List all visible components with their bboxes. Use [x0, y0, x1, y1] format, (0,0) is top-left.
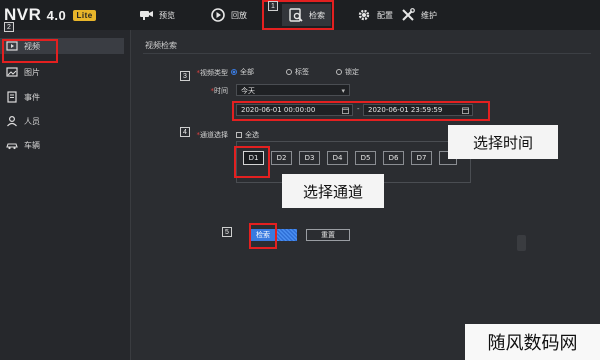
checkbox-label: 全选 [245, 131, 259, 139]
radio-dot [336, 69, 342, 75]
calendar-icon [342, 107, 349, 114]
start-time-value: 2020-06-01 00:00:00 [241, 106, 316, 114]
gear-icon [358, 9, 370, 21]
search-button[interactable]: 检索 [251, 229, 275, 241]
time-range-select[interactable]: 今天 ▾ [236, 84, 350, 96]
top-nav-bar: NVR 4.0 Lite 预览 回放 检索 配置 维护 [0, 0, 600, 30]
chevron-down-icon: ▾ [341, 87, 345, 95]
sidebar-item-label: 事件 [24, 92, 40, 102]
start-time-field[interactable]: 2020-06-01 00:00:00 [236, 104, 353, 116]
sidebar-item-vehicle[interactable]: 车辆 [6, 137, 40, 153]
sidebar-item-event[interactable]: 事件 [6, 89, 40, 105]
step-tag-2: 2 [4, 22, 14, 32]
radio-dot [286, 69, 292, 75]
person-icon [7, 115, 17, 127]
radio-label: 标签 [295, 68, 309, 76]
sidebar-item-picture[interactable]: 图片 [6, 64, 40, 80]
breadcrumb-divider [143, 53, 591, 54]
camera-icon [140, 11, 153, 20]
nav-item-preview[interactable]: 预览 [138, 4, 175, 26]
search-icon [289, 8, 303, 22]
breadcrumb: 视频检索 [145, 41, 177, 50]
time-select-value: 今天 [241, 87, 255, 95]
step-tag-5: 5 [222, 227, 232, 237]
video-icon [6, 41, 18, 51]
checkbox-box [236, 132, 242, 138]
channel-button-d2[interactable]: D2 [271, 151, 292, 165]
sidebar: 视频 图片 事件 人员 车辆 [0, 30, 131, 360]
search-button-highlight [275, 229, 297, 241]
channel-button-d4[interactable]: D4 [327, 151, 348, 165]
end-time-field[interactable]: 2020-06-01 23:59:59 [363, 104, 473, 116]
event-icon [7, 91, 17, 103]
nav-label: 预览 [159, 10, 175, 20]
sidebar-item-label: 车辆 [24, 140, 40, 150]
calendar-icon [462, 107, 469, 114]
sidebar-item-label: 人员 [24, 116, 40, 126]
channel-button-d7[interactable]: D7 [411, 151, 432, 165]
callout-select-channel: 选择通道 [282, 174, 384, 208]
radio-locked[interactable]: 锁定 [336, 67, 359, 77]
nav-label: 检索 [309, 10, 325, 20]
picture-icon [6, 67, 18, 77]
version-label: 4.0 [46, 8, 67, 23]
watermark: 随风数码网 [465, 324, 600, 360]
nav-item-maintenance[interactable]: 维护 [400, 4, 437, 26]
channel-button-d3[interactable]: D3 [299, 151, 320, 165]
callout-select-time: 选择时间 [448, 125, 558, 159]
step-tag-1: 1 [268, 1, 278, 11]
nav-item-search[interactable]: 检索 [282, 4, 331, 26]
step-tag-3: 3 [180, 71, 190, 81]
nav-item-playback[interactable]: 回放 [210, 4, 247, 26]
channel-button-d5[interactable]: D5 [355, 151, 376, 165]
radio-tag[interactable]: 标签 [286, 67, 309, 77]
sidebar-item-person[interactable]: 人员 [6, 113, 40, 129]
nav-label: 配置 [377, 10, 393, 20]
channel-button-d1[interactable]: D1 [243, 151, 264, 165]
end-time-value: 2020-06-01 23:59:59 [368, 106, 443, 114]
reset-button[interactable]: 重置 [306, 229, 350, 241]
wrench-icon [402, 8, 415, 21]
nav-label: 回放 [231, 10, 247, 20]
sidebar-item-label: 视频 [24, 41, 40, 51]
sidebar-item-label: 图片 [24, 67, 40, 77]
scroll-handle[interactable] [517, 235, 526, 251]
nav-item-config[interactable]: 配置 [356, 4, 393, 26]
time-label: *时间 [210, 87, 229, 95]
playback-icon [211, 8, 225, 22]
app-logo: NVR 4.0 Lite [4, 5, 96, 25]
step-tag-4: 4 [180, 127, 190, 137]
nav-label: 维护 [421, 10, 437, 20]
radio-dot [231, 69, 237, 75]
car-icon [6, 143, 18, 150]
radio-label: 全部 [240, 68, 254, 76]
channel-button-d6[interactable]: D6 [383, 151, 404, 165]
sidebar-item-video[interactable]: 视频 [0, 38, 124, 54]
radio-label: 锁定 [345, 68, 359, 76]
range-separator: - [357, 105, 360, 113]
radio-all[interactable]: 全部 [231, 67, 254, 77]
edition-badge: Lite [73, 10, 96, 21]
select-all-checkbox[interactable]: 全选 [236, 130, 259, 140]
